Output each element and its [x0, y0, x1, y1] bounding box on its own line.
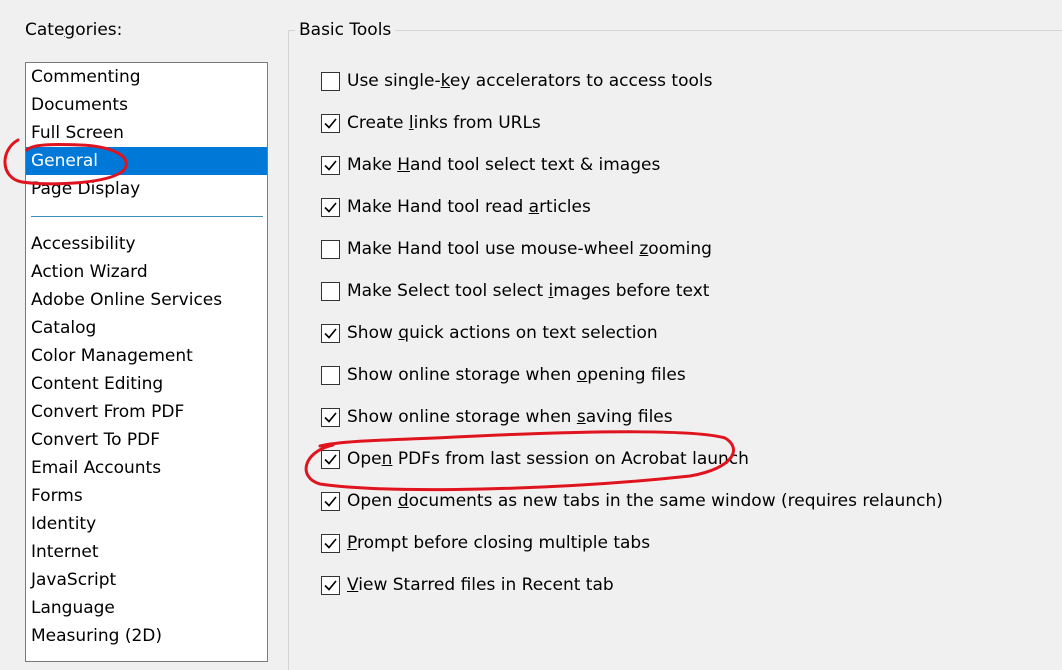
category-item-forms[interactable]: Forms [26, 482, 267, 510]
category-item-color-management[interactable]: Color Management [26, 342, 267, 370]
checkmark-icon [324, 411, 337, 423]
checkmark-icon [324, 159, 337, 171]
option-row[interactable]: Make Hand tool read articles [321, 196, 591, 218]
checkmark-icon [324, 327, 337, 339]
option-row[interactable]: Show online storage when opening files [321, 364, 686, 386]
category-item-language[interactable]: Language [26, 594, 267, 622]
category-item-full-screen[interactable]: Full Screen [26, 119, 267, 147]
category-item-page-display[interactable]: Page Display [26, 175, 267, 203]
option-checkbox[interactable] [321, 533, 340, 553]
option-label[interactable]: Open PDFs from last session on Acrobat l… [347, 449, 749, 469]
category-item-email-accounts[interactable]: Email Accounts [26, 454, 267, 482]
option-row[interactable]: Show quick actions on text selection [321, 322, 658, 344]
option-label[interactable]: Make Hand tool select text & images [347, 155, 660, 175]
category-item-javascript[interactable]: JavaScript [26, 566, 267, 594]
option-label[interactable]: Prompt before closing multiple tabs [347, 533, 650, 553]
option-label[interactable]: Show online storage when saving files [347, 407, 673, 427]
option-checkbox[interactable] [321, 323, 340, 343]
option-checkbox[interactable] [321, 155, 340, 175]
categories-group-top: Commenting Documents Full Screen General Pag… [26, 63, 267, 203]
category-item-internet[interactable]: Internet [26, 538, 267, 566]
option-row[interactable]: Open PDFs from last session on Acrobat l… [321, 448, 749, 470]
checkmark-icon [324, 201, 337, 213]
category-item-measuring-2d[interactable]: Measuring (2D) [26, 622, 267, 650]
option-checkbox[interactable] [321, 239, 340, 259]
categories-label: Categories: [25, 20, 123, 40]
option-row[interactable]: View Starred files in Recent tab [321, 574, 614, 596]
category-item-content-editing[interactable]: Content Editing [26, 370, 267, 398]
category-item-accessibility[interactable]: Accessibility [26, 230, 267, 258]
option-label[interactable]: Show quick actions on text selection [347, 323, 658, 343]
categories-separator [31, 216, 263, 217]
option-checkbox[interactable] [321, 281, 340, 301]
category-item-general[interactable]: General [26, 147, 267, 175]
categories-listbox[interactable]: Commenting Documents Full Screen General Pag… [25, 62, 268, 662]
categories-group-bottom: Accessibility Action Wizard Adobe Online S… [26, 230, 267, 650]
checkmark-icon [324, 579, 337, 591]
option-label[interactable]: Make Hand tool read articles [347, 197, 591, 217]
option-label[interactable]: Make Hand tool use mouse-wheel zooming [347, 239, 712, 259]
option-checkbox[interactable] [321, 575, 340, 595]
category-item-commenting[interactable]: Commenting [26, 63, 267, 91]
option-checkbox[interactable] [321, 491, 340, 511]
option-row[interactable]: Make Select tool select images before te… [321, 280, 709, 302]
option-checkbox[interactable] [321, 365, 340, 385]
category-item-catalog[interactable]: Catalog [26, 314, 267, 342]
basic-tools-title: Basic Tools [295, 20, 396, 40]
option-label[interactable]: Make Select tool select images before te… [347, 281, 709, 301]
option-row[interactable]: Make Hand tool use mouse-wheel zooming [321, 238, 712, 260]
checkmark-icon [324, 537, 337, 549]
option-row[interactable]: Prompt before closing multiple tabs [321, 532, 650, 554]
option-row[interactable]: Use single-key accelerators to access to… [321, 70, 712, 92]
option-label[interactable]: Open documents as new tabs in the same w… [347, 491, 943, 511]
option-label[interactable]: Use single-key accelerators to access to… [347, 71, 712, 91]
category-item-convert-to-pdf[interactable]: Convert To PDF [26, 426, 267, 454]
option-checkbox[interactable] [321, 71, 340, 91]
option-row[interactable]: Show online storage when saving files [321, 406, 673, 428]
category-item-identity[interactable]: Identity [26, 510, 267, 538]
option-label[interactable]: Create links from URLs [347, 113, 541, 133]
category-item-adobe-online-services[interactable]: Adobe Online Services [26, 286, 267, 314]
category-item-documents[interactable]: Documents [26, 91, 267, 119]
option-row[interactable]: Make Hand tool select text & images [321, 154, 660, 176]
option-checkbox[interactable] [321, 197, 340, 217]
category-item-convert-from-pdf[interactable]: Convert From PDF [26, 398, 267, 426]
option-label[interactable]: View Starred files in Recent tab [347, 575, 614, 595]
option-row[interactable]: Open documents as new tabs in the same w… [321, 490, 943, 512]
option-row[interactable]: Create links from URLs [321, 112, 541, 134]
category-item-action-wizard[interactable]: Action Wizard [26, 258, 267, 286]
option-checkbox[interactable] [321, 113, 340, 133]
checkmark-icon [324, 117, 337, 129]
checkmark-icon [324, 453, 337, 465]
option-checkbox[interactable] [321, 407, 340, 427]
checkmark-icon [324, 495, 337, 507]
option-checkbox[interactable] [321, 449, 340, 469]
option-label[interactable]: Show online storage when opening files [347, 365, 686, 385]
